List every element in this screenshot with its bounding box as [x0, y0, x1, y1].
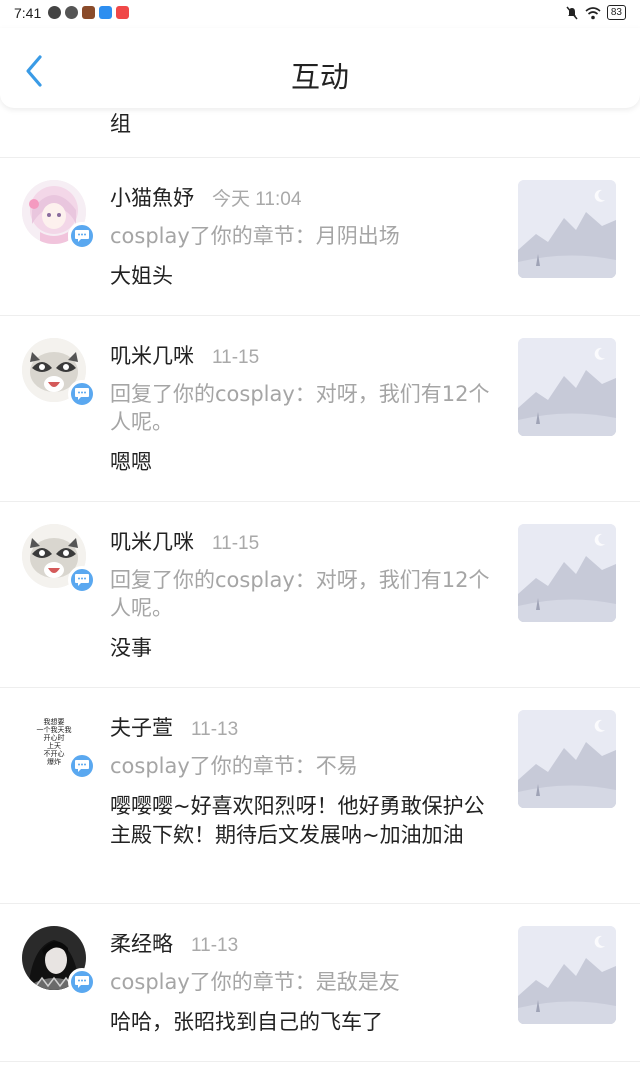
name-line: 柔经略 11-13 [110, 928, 238, 958]
placeholder-image-icon [518, 524, 616, 622]
action-text: 回复了你的cosplay：对呀，我们有12个人呢。 [110, 568, 490, 620]
comment-bubble-icon [75, 230, 89, 242]
user-name[interactable]: 小猫魚妤 [110, 182, 194, 212]
mute-icon [566, 6, 578, 19]
list-item[interactable]: 叽米几咪 11-15 回复了你的cosplay：对呀，我们有12个人呢。 没事 [0, 502, 640, 688]
name-line: 小猫魚妤 今天 11:04 [110, 182, 301, 212]
status-bar: 7:41 83 [0, 0, 640, 28]
timestamp: 11-15 [212, 533, 260, 554]
avatar-wrapper: 我想要 一个我天我 开心时 上天 不开心 爆炸 [22, 710, 96, 780]
timestamp: 11-13 [191, 719, 239, 740]
timestamp: 11-15 [212, 347, 260, 368]
placeholder-image-icon [518, 926, 616, 1024]
comment-badge [68, 968, 96, 996]
avatar-wrapper [22, 338, 96, 408]
list-item[interactable]: 我想要 一个我天我 开心时 上天 不开心 爆炸 夫子萱 11-13 cospla… [0, 688, 640, 904]
name-line: 夫子萱 11-13 [110, 712, 238, 742]
comment-badge [68, 380, 96, 408]
avatar-wrapper [22, 524, 96, 594]
comment-bubble-icon [75, 976, 89, 988]
name-line: 叽米几咪 11-15 [110, 340, 259, 370]
action-text: cosplay了你的章节：是敌是友 [110, 970, 400, 994]
status-notification-icons [48, 6, 129, 19]
comment-text: 大姐头 [110, 264, 173, 288]
placeholder-image-icon [518, 338, 616, 436]
user-name[interactable]: 夫子萱 [110, 712, 173, 742]
comment-badge [68, 222, 96, 250]
comment-text: 没事 [110, 636, 152, 660]
chapter-thumbnail[interactable] [518, 180, 616, 278]
user-name[interactable]: 叽米几咪 [110, 340, 194, 370]
list-item[interactable]: 小猫魚妤 今天 11:04 cosplay了你的章节：月阴出场 大姐头 [0, 158, 640, 316]
comment-text: 组 [110, 112, 131, 136]
interaction-feed: 组 小猫魚妤 今天 11:04 cosplay了你的章节：月阴出场 大姐头 叽米… [0, 108, 640, 1062]
page-title: 互动 [290, 60, 349, 94]
list-item[interactable]: 叽米几咪 11-15 回复了你的cosplay：对呀，我们有12个人呢。 嗯嗯 [0, 316, 640, 502]
list-item[interactable]: 柔经略 11-13 cosplay了你的章节：是敌是友 哈哈，张昭找到自己的飞车… [0, 904, 640, 1062]
list-item-partial[interactable]: 组 [0, 108, 640, 158]
game-app-icon [82, 6, 95, 19]
placeholder-image-icon [518, 710, 616, 808]
comment-text: 嗯嗯 [110, 450, 152, 474]
action-text: cosplay了你的章节：月阴出场 [110, 224, 400, 248]
status-system-icons: 83 [565, 5, 626, 20]
avatar-wrapper [22, 180, 96, 250]
comment-text: 哈哈，张昭找到自己的飞车了 [110, 1010, 383, 1034]
cloud-app-icon [99, 6, 112, 19]
timestamp: 11-13 [191, 935, 239, 956]
battery-icon: 83 [606, 5, 626, 20]
chapter-thumbnail[interactable] [518, 926, 616, 1024]
user-name[interactable]: 叽米几咪 [110, 526, 194, 556]
action-text: cosplay了你的章节：不易 [110, 754, 358, 778]
status-time: 7:41 [14, 5, 42, 21]
avatar-text: 我想要 一个我天我 开心时 上天 不开心 爆炸 [36, 718, 72, 766]
settings-sync-icon [65, 6, 78, 19]
wifi-icon [585, 6, 601, 19]
chapter-thumbnail[interactable] [518, 338, 616, 436]
user-name[interactable]: 柔经略 [110, 928, 173, 958]
comment-bubble-icon [75, 388, 89, 400]
chapter-thumbnail[interactable] [518, 524, 616, 622]
avatar-wrapper [22, 926, 96, 996]
comment-badge [68, 752, 96, 780]
wechat-icon [48, 6, 61, 19]
action-text: 回复了你的cosplay：对呀，我们有12个人呢。 [110, 382, 490, 434]
chapter-thumbnail[interactable] [518, 710, 616, 808]
placeholder-image-icon [518, 180, 616, 278]
red-app-icon [116, 6, 129, 19]
comment-bubble-icon [75, 760, 89, 772]
header-bar: 互动 [0, 28, 640, 108]
comment-badge [68, 566, 96, 594]
comment-bubble-icon [75, 574, 89, 586]
timestamp: 今天 11:04 [212, 189, 302, 210]
name-line: 叽米几咪 11-15 [110, 526, 259, 556]
comment-text: 嘤嘤嘤~好喜欢阳烈呀！他好勇敢保护公主殿下欸！期待后文发展呐~加油加油 [110, 794, 485, 847]
